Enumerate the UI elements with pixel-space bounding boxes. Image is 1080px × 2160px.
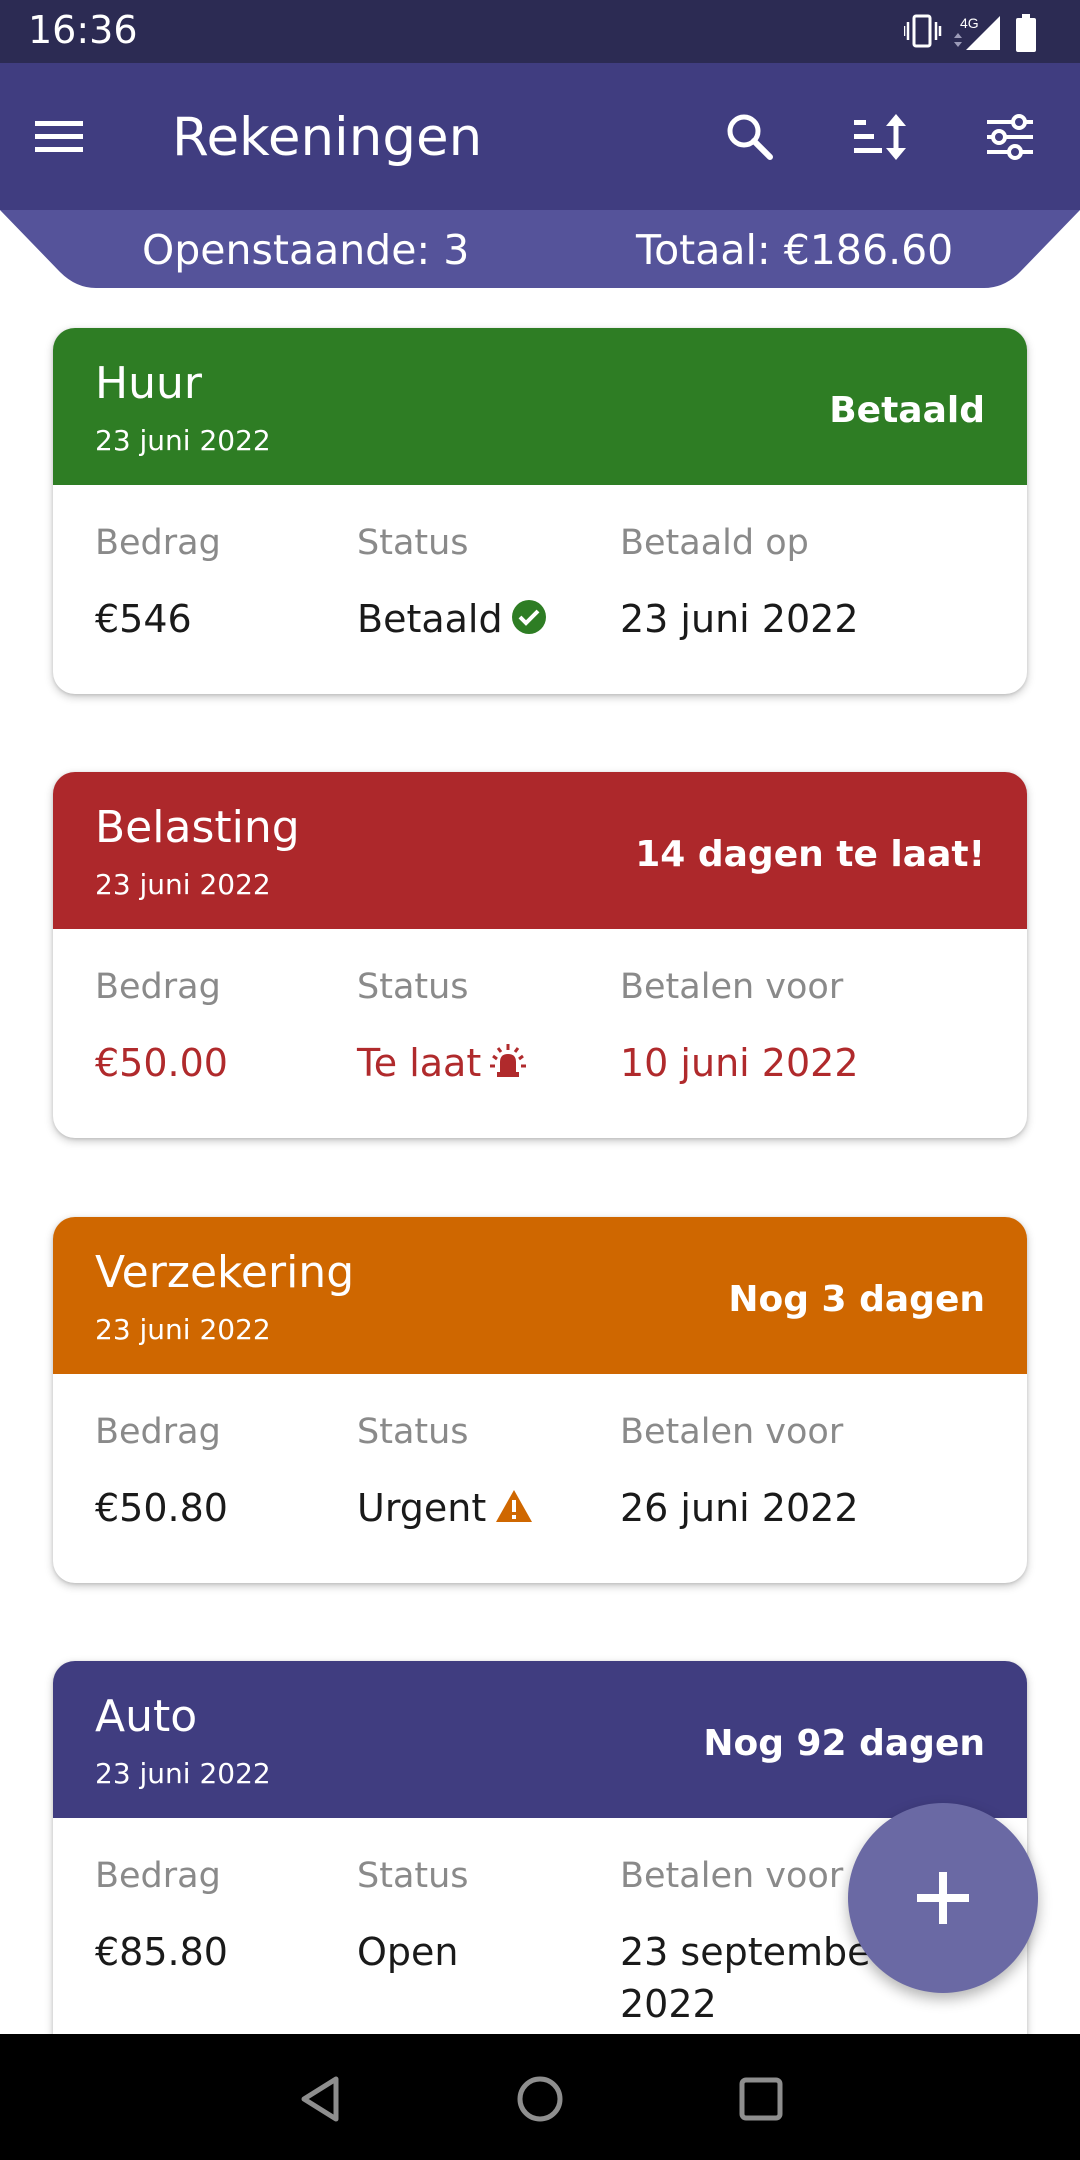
bill-header: Belasting 23 juni 2022 14 dagen te laat!	[53, 772, 1027, 929]
bill-card-verzekering[interactable]: Verzekering 23 juni 2022 Nog 3 dagen Bed…	[53, 1217, 1027, 1583]
recents-icon	[739, 2077, 783, 2121]
due-value: 23 juni 2022	[620, 597, 859, 641]
bill-name: Verzekering	[95, 1247, 355, 1298]
recents-button[interactable]	[726, 2064, 796, 2134]
vibrate-icon	[904, 14, 942, 48]
check-circle-icon	[511, 599, 547, 644]
date-label: Betalen voor	[620, 1856, 844, 1896]
status-label: Status	[357, 967, 469, 1007]
status-value: Te laat	[357, 1041, 482, 1085]
bill-date: 23 juni 2022	[95, 424, 271, 457]
bill-badge: Nog 3 dagen	[728, 1279, 985, 1320]
bill-badge: Nog 92 dagen	[703, 1723, 985, 1764]
amount-value: €85.80	[95, 1930, 228, 1974]
status-label: Status	[357, 523, 469, 563]
bill-badge: 14 dagen te laat!	[635, 834, 985, 875]
bill-name: Auto	[95, 1691, 198, 1742]
status-time: 16:36	[28, 8, 138, 52]
bill-header: Huur 23 juni 2022 Betaald	[53, 328, 1027, 485]
filter-icon	[987, 114, 1033, 160]
status-value-wrap: Te laat	[357, 1041, 527, 1089]
signal-icon: 4G	[954, 15, 1000, 50]
menu-button[interactable]	[20, 97, 100, 177]
date-label: Betaald op	[620, 523, 809, 563]
status-label: Status	[357, 1412, 469, 1452]
app-bar: Rekeningen	[0, 63, 1080, 210]
total-amount: Totaal: €186.60	[636, 226, 954, 274]
menu-icon	[35, 121, 83, 152]
date-label: Betalen voor	[620, 1412, 844, 1452]
status-value-wrap: Urgent	[357, 1486, 534, 1533]
filter-button[interactable]	[970, 97, 1050, 177]
bill-card-belasting[interactable]: Belasting 23 juni 2022 14 dagen te laat!…	[53, 772, 1027, 1138]
status-value: Betaald	[357, 597, 503, 641]
status-value: Urgent	[357, 1486, 487, 1530]
status-label: Status	[357, 1856, 469, 1896]
bill-date: 23 juni 2022	[95, 868, 271, 901]
due-value: 23 septembe	[620, 1930, 871, 1974]
amount-value: €546	[95, 597, 192, 641]
bill-name: Belasting	[95, 802, 300, 853]
open-count: Openstaande: 3	[142, 226, 470, 274]
back-button[interactable]	[285, 2064, 355, 2134]
bill-header: Auto 23 juni 2022 Nog 92 dagen	[53, 1661, 1027, 1818]
summary-bar: Openstaande: 3 Totaal: €186.60	[0, 210, 1080, 290]
plus-icon	[917, 1872, 969, 1924]
amount-label: Bedrag	[95, 967, 221, 1007]
siren-icon	[489, 1042, 527, 1089]
battery-icon	[1016, 14, 1036, 52]
bill-date: 23 juni 2022	[95, 1313, 271, 1346]
bill-body: Bedrag Status Betalen voor €50.00 Te laa…	[53, 929, 1027, 1138]
bill-header: Verzekering 23 juni 2022 Nog 3 dagen	[53, 1217, 1027, 1374]
bill-badge: Betaald	[829, 390, 985, 431]
status-bar: 16:36 4G	[0, 0, 1080, 63]
amount-label: Bedrag	[95, 1856, 221, 1896]
date-label: Betalen voor	[620, 967, 844, 1007]
due-value: 10 juni 2022	[620, 1041, 859, 1085]
amount-label: Bedrag	[95, 523, 221, 563]
add-bill-button[interactable]	[848, 1803, 1038, 1993]
sort-button[interactable]	[840, 97, 920, 177]
status-icons: 4G	[904, 14, 1036, 52]
search-button[interactable]	[710, 97, 790, 177]
bill-name: Huur	[95, 358, 202, 409]
bill-body: Bedrag Status Betalen voor €50.80 Urgent…	[53, 1374, 1027, 1583]
navigation-bar	[0, 2034, 1080, 2160]
amount-label: Bedrag	[95, 1412, 221, 1452]
bill-date: 23 juni 2022	[95, 1757, 271, 1790]
search-icon	[727, 114, 773, 160]
sort-icon	[854, 114, 906, 160]
amount-value: €50.80	[95, 1486, 228, 1530]
status-value: Open	[357, 1930, 459, 1974]
status-value-wrap: Betaald	[357, 597, 547, 644]
bill-body: Bedrag Status Betaald op €546 Betaald 23…	[53, 485, 1027, 694]
network-label: 4G	[960, 15, 979, 31]
page-title: Rekeningen	[172, 107, 483, 168]
home-button[interactable]	[505, 2064, 575, 2134]
back-icon	[301, 2076, 339, 2122]
home-icon	[517, 2076, 563, 2122]
due-value-line2: 2022	[620, 1982, 717, 2026]
due-value: 26 juni 2022	[620, 1486, 859, 1530]
amount-value: €50.00	[95, 1041, 228, 1085]
bill-card-huur[interactable]: Huur 23 juni 2022 Betaald Bedrag Status …	[53, 328, 1027, 694]
warning-icon	[494, 1488, 534, 1533]
